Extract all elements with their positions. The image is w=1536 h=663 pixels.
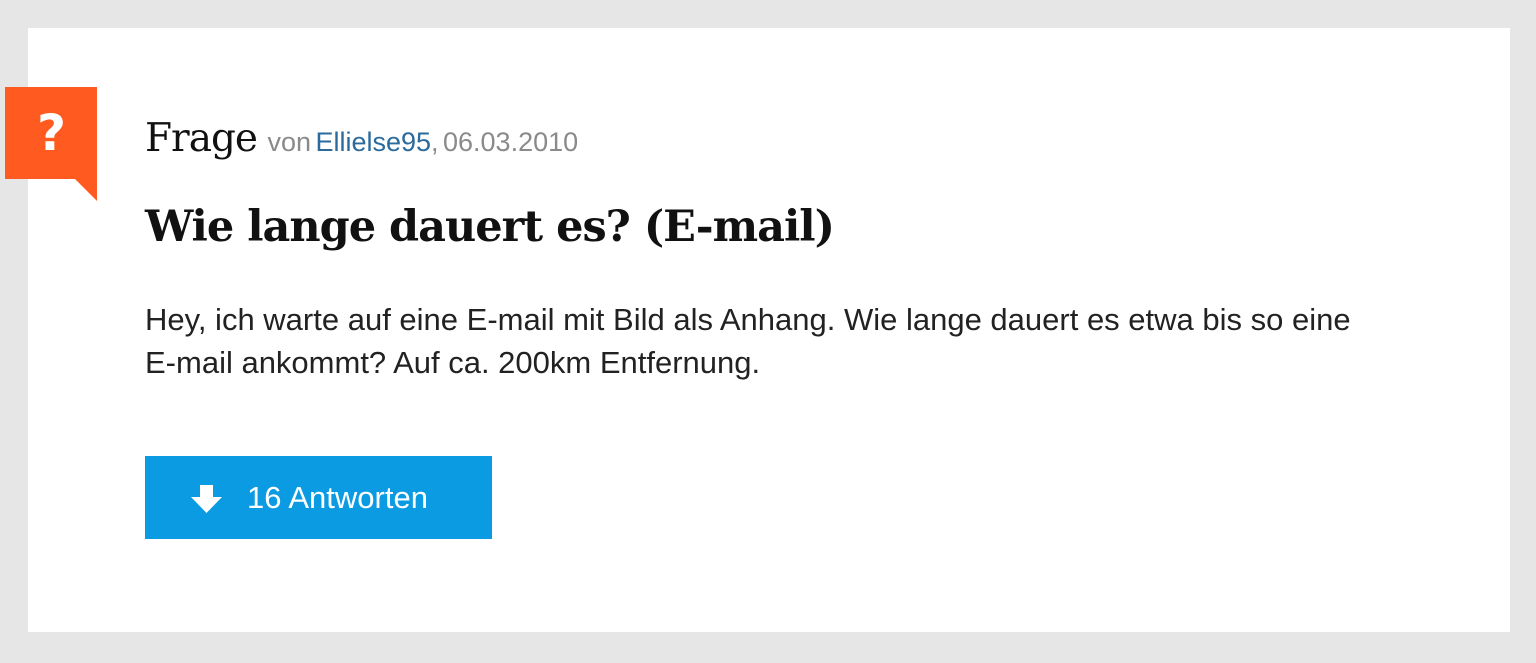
question-meta: Frage von Ellielse95, 06.03.2010	[145, 116, 578, 161]
question-body: Hey, ich warte auf eine E-mail mit Bild …	[145, 302, 1351, 380]
answers-count-label: 16 Antworten	[247, 480, 428, 515]
question-date: 06.03.2010	[443, 127, 579, 157]
date-separator: ,	[431, 127, 439, 157]
question-kind-label: Frage	[145, 116, 258, 161]
answers-button[interactable]: 16 Antworten	[145, 456, 492, 539]
badge-tail	[75, 179, 97, 201]
author-link[interactable]: Ellielse95	[315, 127, 431, 157]
arrow-down-icon	[191, 485, 222, 513]
question-title: Wie lange dauert es? (E-mail)	[145, 202, 835, 252]
question-mark-icon: ?	[5, 87, 97, 179]
von-label: von	[267, 127, 311, 157]
